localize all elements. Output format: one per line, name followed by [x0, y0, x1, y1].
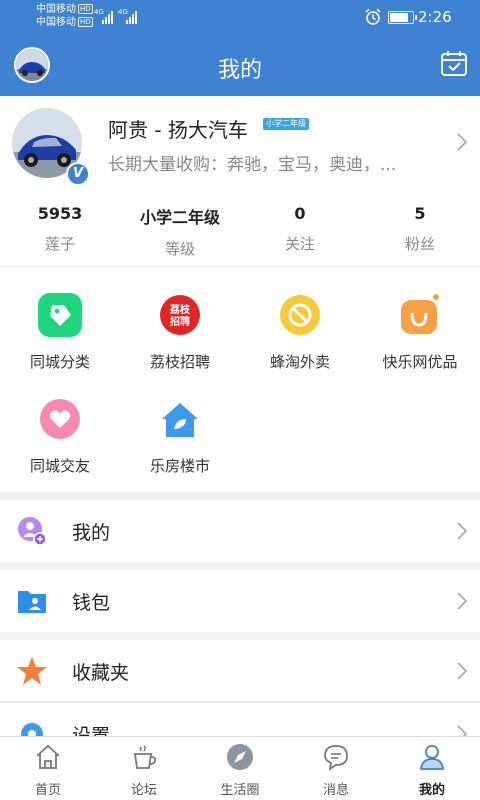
svg-text:招聘: 招聘 [170, 315, 190, 328]
recruit-logo-icon: 荔枝 招聘 [160, 295, 200, 335]
menu-label: 我的 [72, 522, 111, 544]
wallet-folder-icon [18, 591, 46, 613]
service-label: 乐房楼市 [149, 457, 210, 475]
person-icon [420, 745, 444, 770]
chat-bubble-icon [324, 745, 348, 771]
signal-icon: 4G 4G [94, 8, 137, 24]
heart-icon [40, 399, 80, 439]
tab-label: 生活圈 [220, 783, 260, 798]
shopping-bag-icon [401, 294, 439, 334]
service-lizhi-zhaopin[interactable]: 荔枝 招聘 荔枝招聘 [120, 293, 240, 372]
verified-badge-icon: V [66, 162, 90, 186]
tab-label: 首页 [34, 783, 61, 798]
page-title: 我的 [217, 58, 262, 83]
tab-label: 消息 [322, 783, 349, 798]
stat-lianzi[interactable]: 5953 莲子 [0, 204, 120, 254]
stat-value: 5 [414, 204, 426, 223]
user-bubble-icon [18, 517, 47, 546]
coffee-cup-icon [133, 745, 157, 769]
menu-item-shoucangjia[interactable]: 收藏夹 [0, 640, 480, 702]
stat-followers[interactable]: 5 粉丝 [360, 204, 480, 254]
star-icon [17, 657, 47, 685]
services-grid: 同城分类 荔枝 招聘 荔枝招聘 蜂淘外卖 快乐网优品 同城交友 乐房楼市 [0, 266, 480, 492]
service-tongcheng-jiaoyou[interactable]: 同城交友 [0, 397, 120, 476]
carrier-2: 中国移动 HD [36, 17, 93, 28]
service-kuaile-youpin[interactable]: 快乐网优品 [360, 293, 480, 372]
chevron-right-icon [457, 522, 468, 540]
no-sign-icon [280, 295, 320, 335]
profile-avatar-wrap: V [12, 108, 90, 186]
tab-mine[interactable]: 我的 [384, 737, 480, 800]
stat-level[interactable]: 小学二年级 等级 [120, 204, 240, 259]
menu-label: 钱包 [72, 592, 111, 614]
hd-badge-2: HD [78, 17, 93, 27]
service-tongcheng-fenlei[interactable]: 同城分类 [0, 293, 120, 372]
service-label: 荔枝招聘 [149, 353, 210, 371]
home-icon [36, 744, 60, 769]
profile-name: 阿贵 - 扬大汽车 [108, 118, 248, 142]
stat-value: 小学二年级 [139, 208, 220, 227]
service-label: 快乐网优品 [382, 353, 458, 371]
tab-life-circle[interactable]: 生活圈 [192, 737, 288, 800]
clock: 2:26 [418, 8, 452, 26]
battery-icon [388, 11, 417, 24]
profile-signature: 长期大量收购：奔驰，宝马，奥迪，... [108, 155, 397, 175]
compass-icon [227, 744, 253, 770]
stat-label: 粉丝 [404, 235, 435, 253]
tab-home[interactable]: 首页 [0, 737, 96, 800]
stat-value: 5953 [37, 204, 83, 223]
svg-text:荔枝: 荔枝 [169, 303, 191, 316]
level-badge: 小学二年级 [263, 118, 309, 130]
chevron-right-icon [457, 662, 468, 680]
service-fengtao-waimai[interactable]: 蜂淘外卖 [240, 293, 360, 372]
network-2-label: 4G [118, 8, 128, 16]
stat-label: 莲子 [44, 235, 75, 253]
carrier-1-label: 中国移动 [36, 4, 76, 15]
carrier-2-label: 中国移动 [36, 17, 76, 28]
service-label: 蜂淘外卖 [269, 353, 330, 371]
stat-label: 关注 [284, 235, 315, 253]
menu-item-wode[interactable]: 我的 [0, 500, 480, 562]
menu-label: 收藏夹 [72, 662, 130, 684]
chevron-right-icon [457, 133, 468, 151]
stat-label: 等级 [164, 240, 195, 258]
service-label: 同城分类 [29, 353, 90, 371]
stat-value: 0 [294, 204, 306, 223]
chevron-right-icon [457, 592, 468, 610]
hd-badge-1: HD [78, 4, 93, 14]
service-label: 同城交友 [29, 457, 90, 475]
tab-forum[interactable]: 论坛 [96, 737, 192, 800]
tag-icon [38, 293, 82, 337]
service-lefang-loushi[interactable]: 乐房楼市 [120, 397, 240, 476]
stat-following[interactable]: 0 关注 [240, 204, 360, 254]
app-header: 我的 [0, 36, 480, 96]
carrier-1: 中国移动 HD [36, 4, 93, 15]
network-1-label: 4G [94, 8, 104, 16]
status-bar: 中国移动 HD 中国移动 HD 4G 4G 2:26 [0, 0, 480, 36]
bottom-tab-bar: 首页 论坛 生活圈 消息 我的 [0, 736, 480, 800]
menu-item-qianbao[interactable]: 钱包 [0, 570, 480, 632]
tab-messages[interactable]: 消息 [288, 737, 384, 800]
house-icon [162, 403, 198, 437]
calendar-check-icon[interactable] [440, 49, 468, 77]
alarm-icon [365, 8, 381, 25]
tab-label: 我的 [418, 783, 445, 798]
profile-card[interactable]: V 阿贵 - 扬大汽车 小学二年级 长期大量收购：奔驰，宝马，奥迪，... 59… [0, 96, 480, 266]
tab-label: 论坛 [130, 783, 157, 798]
